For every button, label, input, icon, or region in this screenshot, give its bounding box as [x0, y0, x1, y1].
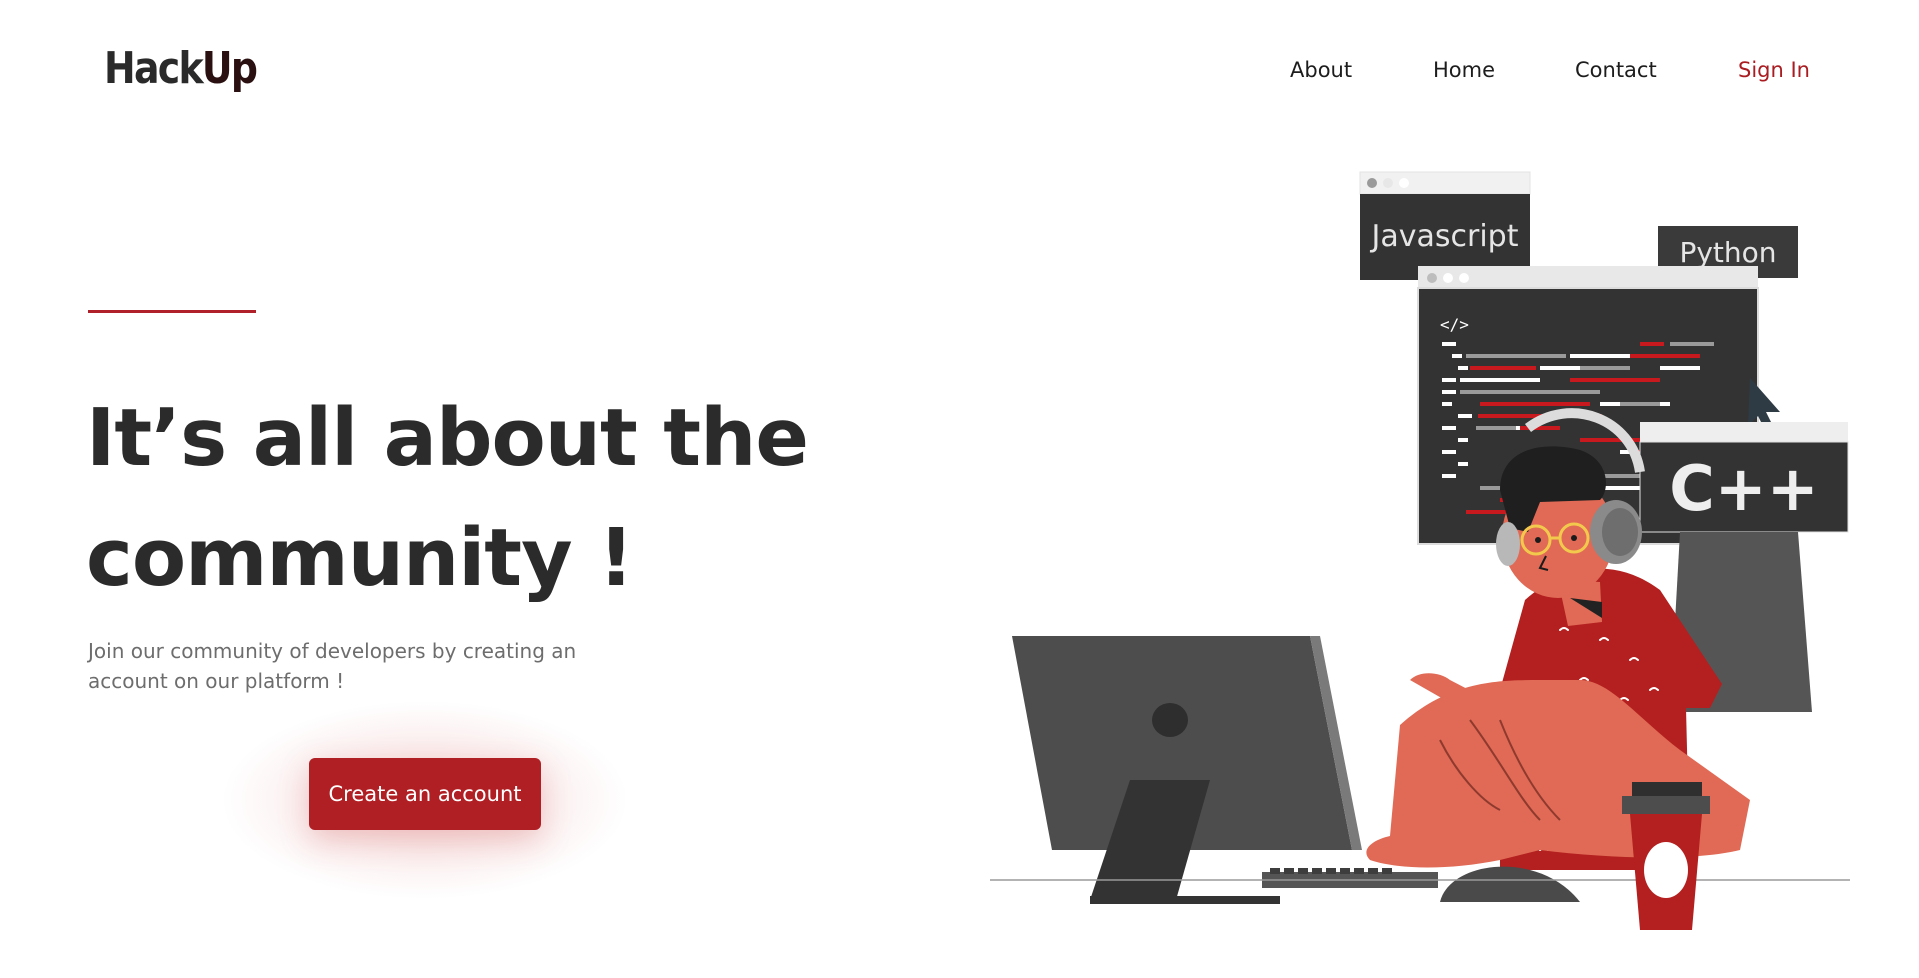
nav-about-link[interactable]: About: [1290, 52, 1352, 88]
javascript-label: Javascript: [1370, 219, 1519, 254]
main-nav: About Home Contact Sign In: [0, 52, 1919, 88]
cpp-window: C++: [1639, 422, 1849, 533]
monitor: [1012, 636, 1362, 904]
python-label: Python: [1679, 236, 1776, 269]
hero-subtitle: Join our community of developers by crea…: [88, 639, 577, 693]
mouse: [1440, 866, 1580, 902]
cpp-label: C++: [1669, 452, 1818, 525]
nav-home-link[interactable]: Home: [1433, 52, 1495, 88]
developer-illustration: Javascript Python </> C++: [990, 171, 1850, 930]
hero-title: It’s all about the community !: [86, 378, 846, 618]
nav-contact-link[interactable]: Contact: [1575, 52, 1657, 88]
hero-title-line-1: It’s all about the: [86, 392, 809, 484]
javascript-window: Javascript: [1359, 171, 1531, 280]
nav-sign-in-link[interactable]: Sign In: [1738, 52, 1810, 88]
hero-accent-line: [88, 310, 256, 313]
create-account-button[interactable]: Create an account: [309, 758, 541, 830]
code-tag-label: </>: [1440, 315, 1469, 334]
coffee-cup: [1622, 782, 1710, 930]
hero-title-line-2: community !: [86, 512, 634, 604]
